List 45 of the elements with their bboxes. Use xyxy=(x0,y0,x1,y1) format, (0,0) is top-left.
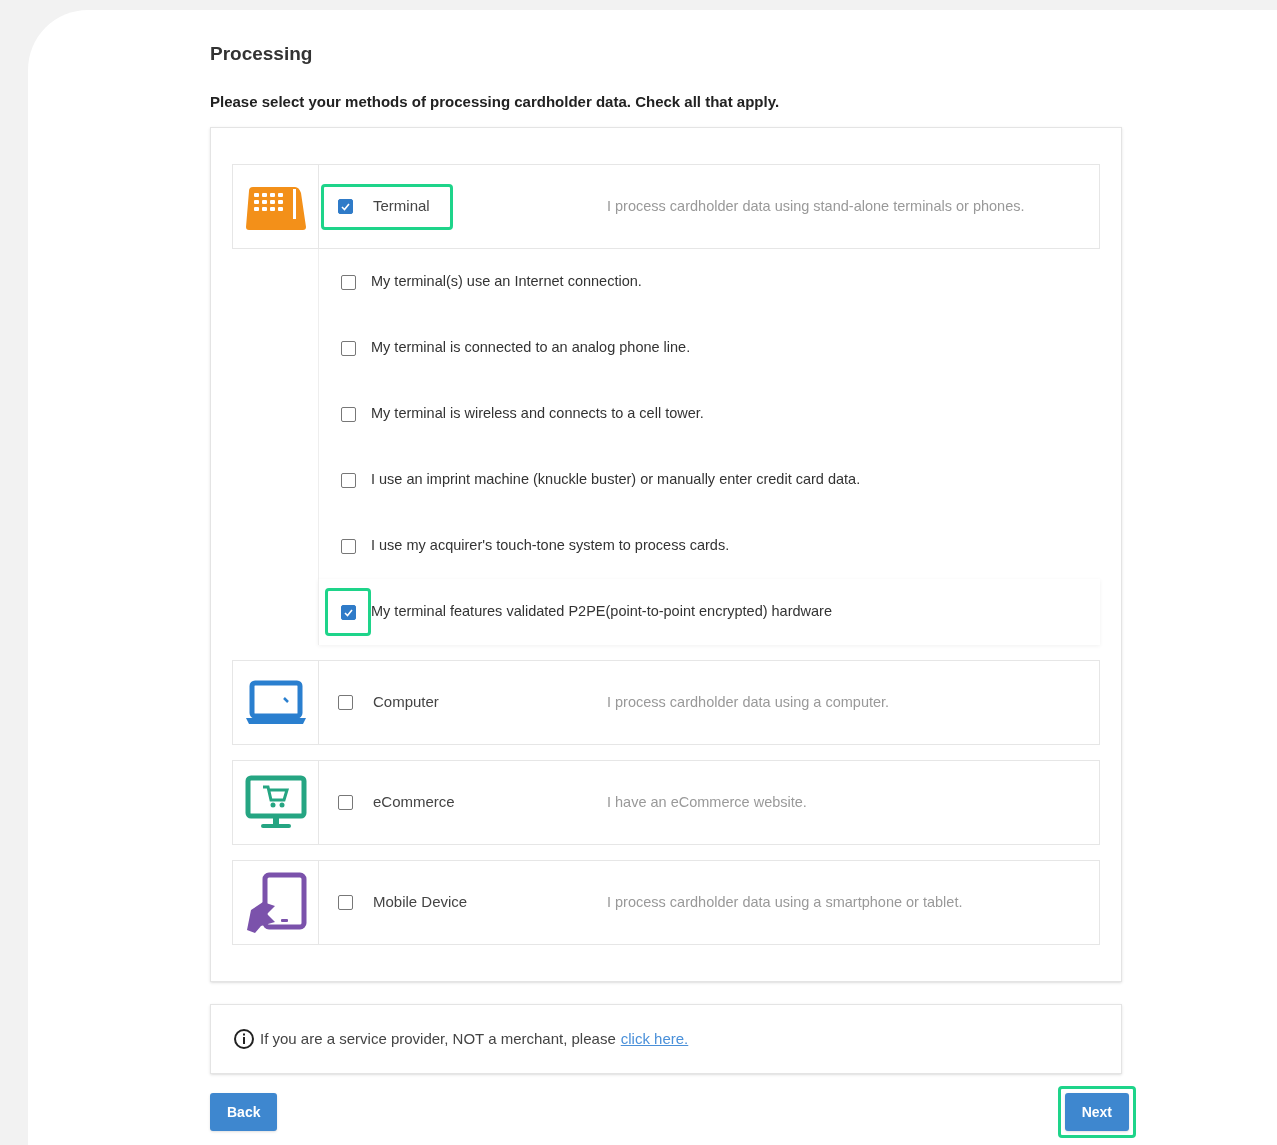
checkbox[interactable] xyxy=(340,472,356,488)
laptop-icon xyxy=(244,679,307,726)
sub-option-label: I use an imprint machine (knuckle buster) or manually enter credit card data. xyxy=(371,470,861,490)
category-label: Computer xyxy=(373,692,439,713)
sub-option-label: My terminal is wireless and connects to a cell tower. xyxy=(371,404,704,424)
checkbox[interactable] xyxy=(340,274,356,290)
notice-text: If you are a service provider, NOT a merchant, please xyxy=(260,1028,616,1049)
checkmark-icon xyxy=(340,201,351,212)
category-option[interactable]: eCommerce xyxy=(321,779,472,826)
checkbox[interactable] xyxy=(338,199,353,214)
nav-button[interactable]: Back xyxy=(210,1093,278,1131)
sub-option-label: My terminal(s) use an Internet connection. xyxy=(371,272,642,292)
checkbox[interactable] xyxy=(338,895,353,910)
category-label: Terminal xyxy=(373,196,430,217)
checkbox[interactable] xyxy=(338,695,353,710)
sub-option-row[interactable]: My terminal is wireless and connects to a cell tower. xyxy=(318,381,1100,447)
category-option[interactable]: Mobile Device xyxy=(321,879,485,926)
checkbox[interactable] xyxy=(340,604,356,620)
sub-option-label: My terminal is connected to an analog phone line. xyxy=(371,338,691,358)
category-label: Mobile Device xyxy=(373,892,468,913)
sub-option-row[interactable]: My terminal(s) use an Internet connection. xyxy=(318,249,1100,315)
nav-button[interactable]: Next xyxy=(1064,1093,1129,1131)
instruction-text: Please select your methods of processing cardholder data. Check all that apply. xyxy=(210,91,781,112)
sub-option-row[interactable]: I use my acquirer's touch-tone system to process cards. xyxy=(318,513,1100,579)
category-description: I process cardholder data using a computer. xyxy=(607,692,890,712)
sub-option-row[interactable]: My terminal features validated P2PE(point-to-point encrypted) hardware xyxy=(318,579,1100,645)
sub-option-row[interactable]: My terminal is connected to an analog phone line. xyxy=(318,315,1100,381)
checkbox[interactable] xyxy=(340,406,356,422)
category-description: I process cardholder data using stand-alone terminals or phones. xyxy=(607,196,1025,216)
tablet-hand-icon xyxy=(244,871,307,934)
checkbox[interactable] xyxy=(340,340,356,356)
click-here-link[interactable]: click here. xyxy=(620,1027,689,1051)
category-option[interactable]: Computer xyxy=(321,679,456,726)
category-option[interactable]: Terminal xyxy=(321,183,453,230)
page-title: Processing xyxy=(210,42,314,66)
checkbox[interactable] xyxy=(340,538,356,554)
category-description: I process cardholder data using a smartphone or tablet. xyxy=(607,892,963,912)
sub-option-label: I use my acquirer's touch-tone system to process cards. xyxy=(371,536,730,556)
info-icon xyxy=(233,1028,255,1050)
checkbox[interactable] xyxy=(338,795,353,810)
category-label: eCommerce xyxy=(373,792,455,813)
sub-option-label: My terminal features validated P2PE(point-to-point encrypted) hardware xyxy=(371,602,832,622)
sub-option-row[interactable]: I use an imprint machine (knuckle buster) or manually enter credit card data. xyxy=(318,447,1100,513)
monitor-cart-icon xyxy=(244,774,307,831)
category-description: I have an eCommerce website. xyxy=(607,792,807,812)
